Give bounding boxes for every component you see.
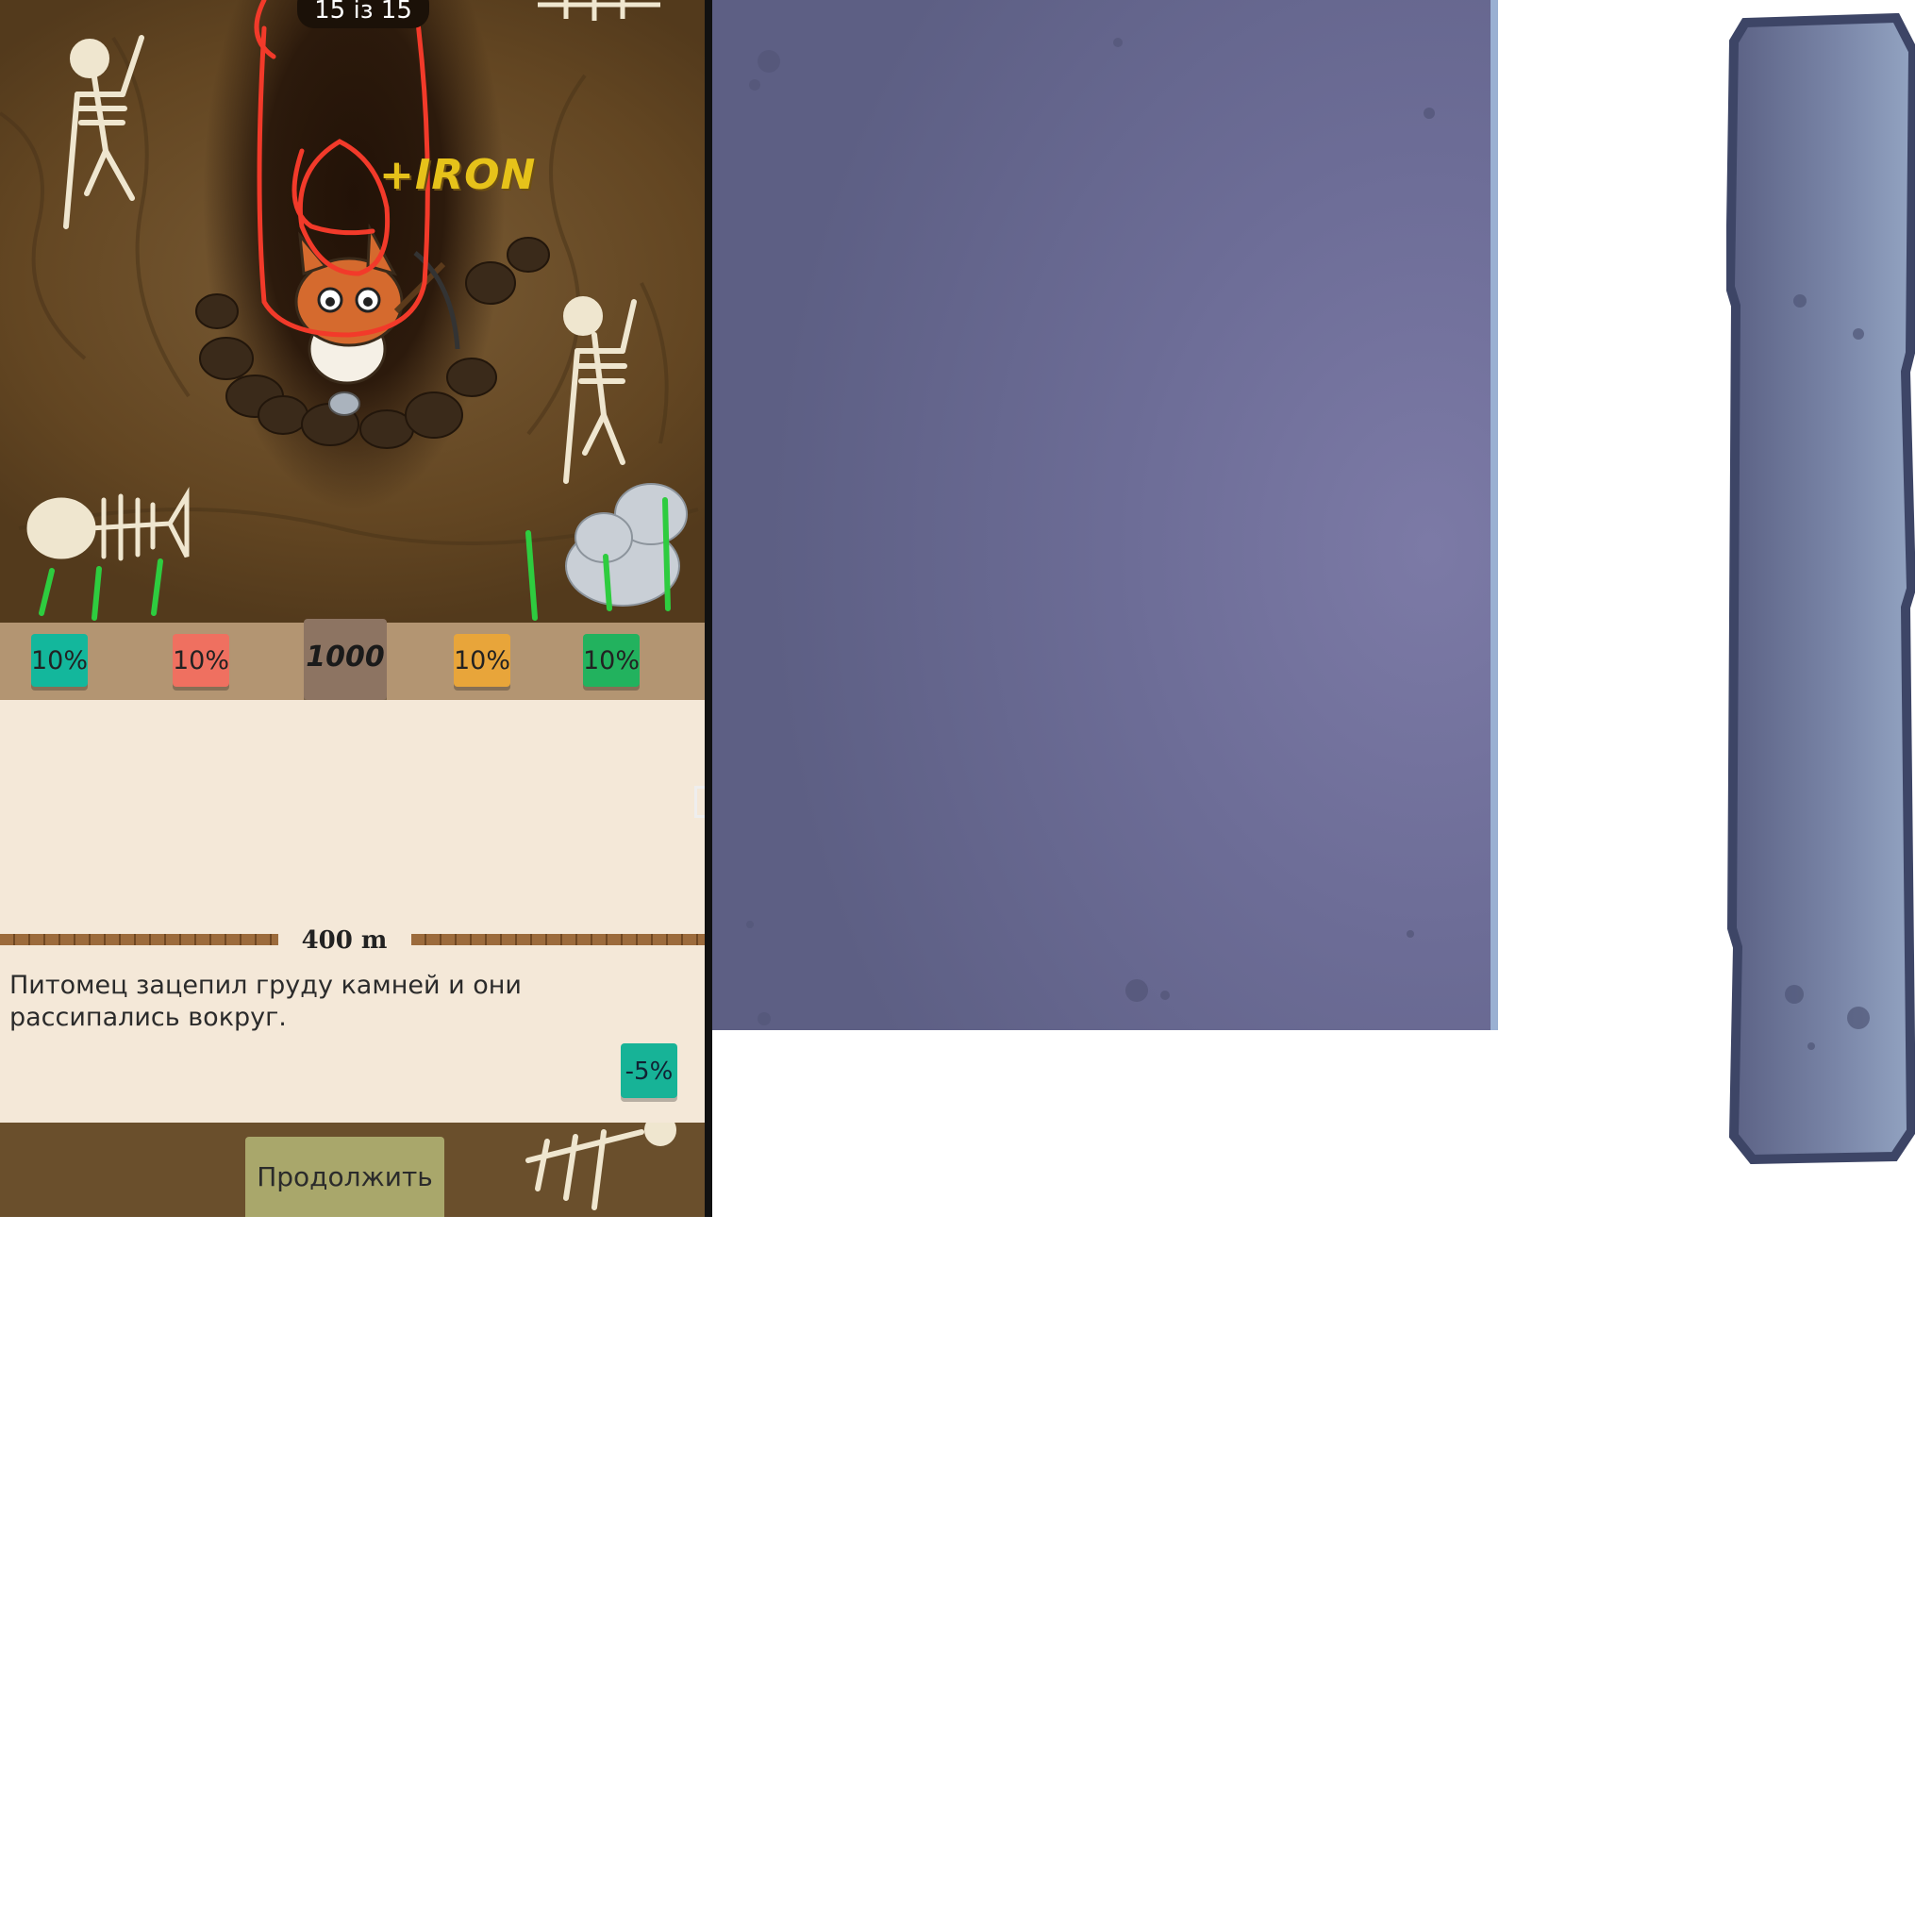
texture-specks (746, 38, 1435, 1025)
fish-fossil-icon (26, 486, 190, 561)
blue-stone-texture (712, 0, 1498, 1030)
bonus-badge-orange[interactable]: 10% (454, 634, 510, 687)
event-message: Питомец зацепил груду камней и они расси… (9, 971, 522, 1032)
fossil-icon (538, 0, 660, 21)
stone-pillar-asset (1726, 13, 1915, 1164)
depth-ruler-right (411, 934, 705, 945)
step-counter: 15 із 15 (297, 0, 429, 28)
center-value-badge[interactable]: 1000 (304, 619, 387, 700)
depth-ruler-left (0, 934, 278, 945)
bonus-badge-green[interactable]: 10% (583, 634, 640, 687)
bonus-badge-red[interactable]: 10% (173, 634, 229, 687)
iron-reward-popup: +IRON (379, 151, 537, 199)
mine-shaft-scene: 15 із 15 +IRON (0, 0, 705, 623)
bonus-badge-teal[interactable]: 10% (31, 634, 88, 687)
game-screenshot: 15 із 15 +IRON 10% 10% 1000 10% 10% 400 … (0, 0, 712, 1217)
event-dialog (0, 700, 705, 1123)
penalty-badge: -5% (621, 1043, 677, 1098)
skeleton-icon (63, 35, 144, 229)
skeleton-icon (563, 296, 637, 484)
rock-cracks (0, 0, 699, 621)
text-cursor-icon (694, 786, 705, 818)
continue-button[interactable]: Продолжить (245, 1137, 444, 1217)
depth-label: 400 m (301, 926, 388, 955)
